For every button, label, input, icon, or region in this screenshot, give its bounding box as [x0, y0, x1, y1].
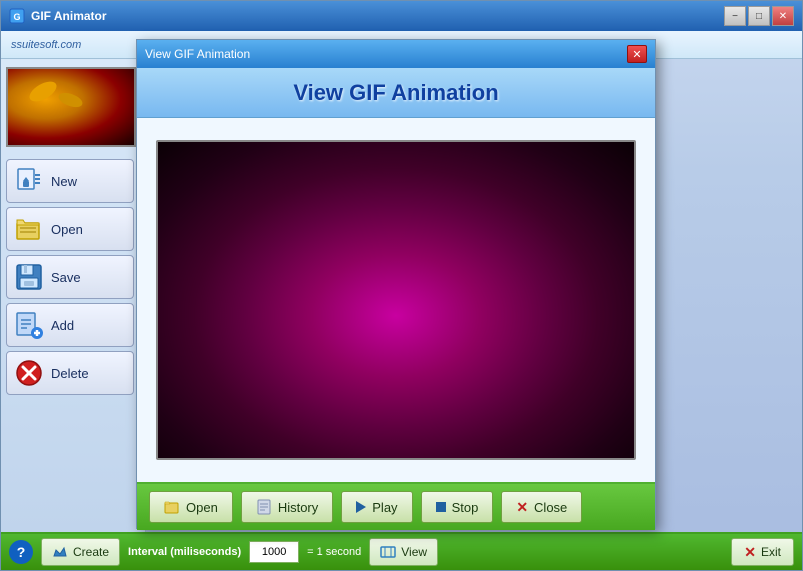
- dialog-title-bar: View GIF Animation ✕: [137, 40, 655, 68]
- dialog-close-button[interactable]: ✕: [627, 45, 647, 63]
- dialog-close-footer-button[interactable]: ✕ Close: [501, 491, 582, 523]
- close-x-icon: ✕: [516, 499, 528, 516]
- dialog-history-button[interactable]: History: [241, 491, 333, 523]
- play-icon: [356, 501, 366, 513]
- dialog-stop-label: Stop: [452, 500, 479, 515]
- animation-preview: [156, 140, 636, 460]
- stop-icon: [436, 502, 446, 512]
- dialog-open-icon: [164, 499, 180, 515]
- modal-overlay: View GIF Animation ✕ View GIF Animation: [1, 1, 802, 570]
- dialog-history-icon: [256, 499, 272, 515]
- dialog-play-label: Play: [372, 500, 397, 515]
- dialog-play-button[interactable]: Play: [341, 491, 412, 523]
- dialog-header-title: View GIF Animation: [293, 80, 498, 106]
- dialog-open-label: Open: [186, 500, 218, 515]
- dialog-title: View GIF Animation: [145, 47, 627, 61]
- dialog-footer: Open History Play: [137, 482, 655, 530]
- dialog-header: View GIF Animation: [137, 68, 655, 118]
- main-window: G GIF Animator − □ ✕ ssuitesoft.com: [0, 0, 803, 571]
- dialog-content: [137, 118, 655, 482]
- dialog-history-label: History: [278, 500, 318, 515]
- gif-dialog: View GIF Animation ✕ View GIF Animation: [136, 39, 656, 529]
- dialog-close-label: Close: [534, 500, 567, 515]
- dialog-stop-button[interactable]: Stop: [421, 491, 494, 523]
- dialog-open-button[interactable]: Open: [149, 491, 233, 523]
- flower-background: [158, 142, 634, 458]
